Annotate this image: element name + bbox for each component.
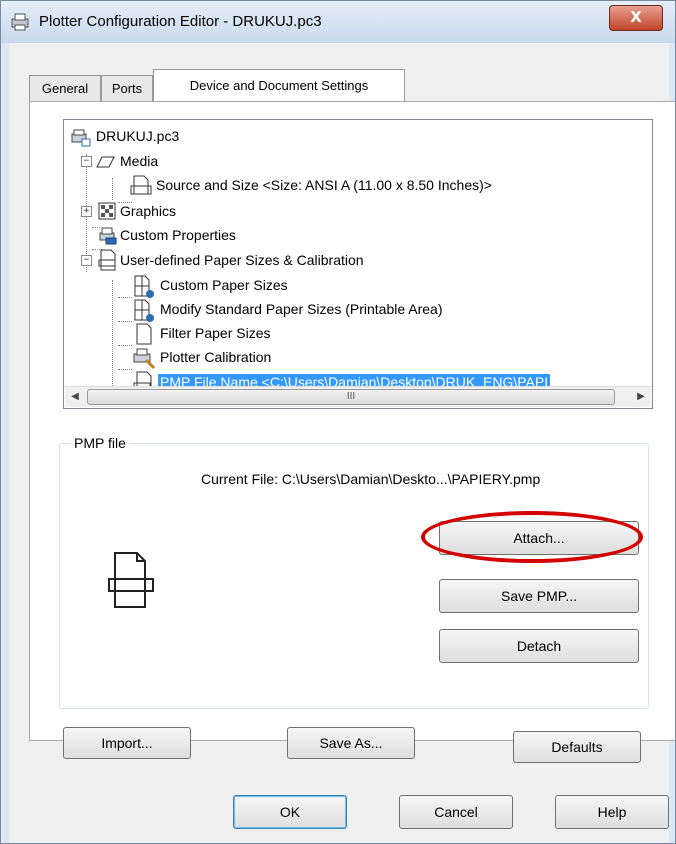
scroll-left-arrow-icon[interactable]: ◀ [65,387,85,407]
tree-item-user-defined-paper[interactable]: User-defined Paper Sizes & Calibration [120,252,364,268]
scroll-right-arrow-icon[interactable]: ▶ [631,387,651,407]
import-button[interactable]: Import... [63,727,191,759]
tree-item-custom-paper-sizes[interactable]: Custom Paper Sizes [160,277,288,293]
media-icon [96,156,115,168]
current-file-text: Current File: C:\Users\Damian\Deskto...\… [201,471,541,487]
custom-paper-sizes-icon [134,275,154,298]
settings-tree[interactable]: DRUKUJ.pc3 − Media Source and Size <Size… [63,119,653,409]
cancel-button[interactable]: Cancel [399,795,513,829]
plotter-calibration-icon [133,348,156,370]
tree-root-drukuj[interactable]: DRUKUJ.pc3 [96,128,179,144]
plotter-config-window: Plotter Configuration Editor - DRUKUJ.pc… [0,0,676,844]
tree-item-plotter-calibration[interactable]: Plotter Calibration [160,349,271,365]
expander-user-defined-paper[interactable]: − [81,255,92,266]
plotter-icon [11,13,29,31]
tree-horizontal-scrollbar[interactable]: ◀ III ▶ [65,386,651,407]
tab-general[interactable]: General [29,75,101,101]
expander-graphics[interactable]: + [81,206,92,217]
defaults-button[interactable]: Defaults [513,731,641,763]
scroll-thumb[interactable]: III [87,389,615,405]
close-button[interactable]: X [609,5,663,31]
pmp-file-group-label: PMP file [71,435,129,451]
graphics-icon [98,202,116,220]
help-button[interactable]: Help [555,795,669,829]
tab-ports[interactable]: Ports [101,75,153,101]
tree-item-filter-paper[interactable]: Filter Paper Sizes [160,325,270,341]
user-defined-paper-icon [98,249,116,271]
pmp-document-icon [108,552,154,608]
tree-item-media[interactable]: Media [120,153,158,169]
tree-item-modify-standard-paper[interactable]: Modify Standard Paper Sizes (Printable A… [160,301,442,317]
detach-button[interactable]: Detach [439,629,639,663]
save-as-button[interactable]: Save As... [287,727,415,759]
tab-strip: General Ports Device and Document Settin… [29,69,675,101]
attach-button[interactable]: Attach... [439,521,639,555]
expander-media[interactable]: − [81,156,92,167]
filter-paper-icon [136,323,152,345]
tree-item-custom-properties[interactable]: Custom Properties [120,227,236,243]
tree-item-source-size[interactable]: Source and Size <Size: ANSI A (11.00 x 8… [156,177,492,193]
custom-properties-icon [99,227,117,245]
title-bar[interactable]: Plotter Configuration Editor - DRUKUJ.pc… [1,1,675,43]
modify-standard-paper-icon [134,299,154,322]
plotter-config-icon [71,129,91,147]
tree-item-graphics[interactable]: Graphics [120,203,176,219]
paper-size-icon [130,175,152,195]
ok-button[interactable]: OK [233,795,347,829]
tab-device-document-settings[interactable]: Device and Document Settings [153,69,405,101]
window-title: Plotter Configuration Editor - DRUKUJ.pc… [39,13,322,30]
save-pmp-button[interactable]: Save PMP... [439,579,639,613]
